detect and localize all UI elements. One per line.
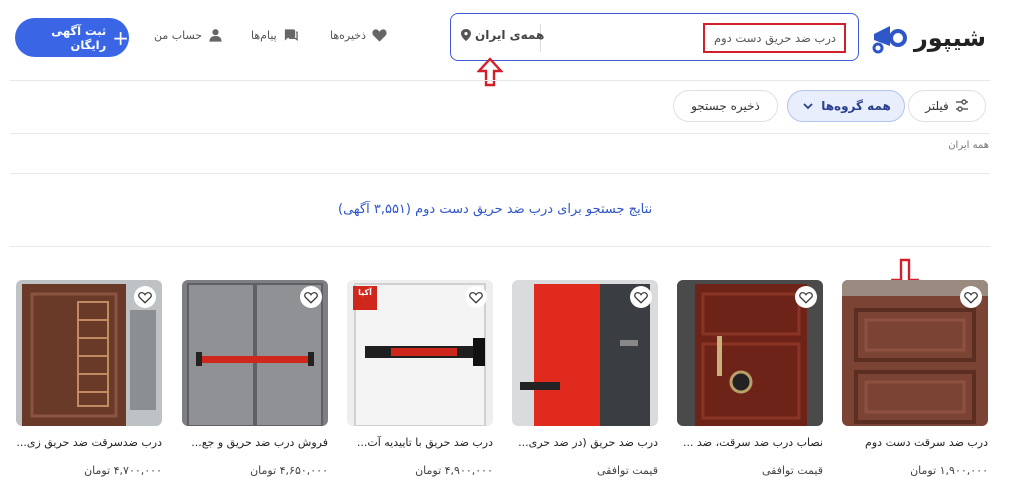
heart-icon [372,29,387,42]
breadcrumb[interactable]: همه ایران [948,140,989,151]
header-divider [10,80,990,81]
category-label: همه گروه‌ها [821,99,891,113]
save-search-label: ذخیره جستجو [691,99,760,113]
favorite-button[interactable] [465,286,487,308]
listing-card[interactable]: نصاب درب ضد سرقت، ضد ... قیمت توافقی [677,280,823,480]
user-icon [209,29,222,42]
logo-text: شیپور [913,24,986,52]
heart-outline-icon [964,291,978,304]
listing-card[interactable]: درب ضد سرقت دست دوم ۱,۹۰۰,۰۰۰ تومان [842,280,988,480]
search-bar: همه‌ی ایران [450,13,859,61]
favorite-button[interactable] [134,286,156,308]
chat-icon [284,29,298,41]
listing-price: ۴,۶۵۰,۰۰۰ تومان [250,464,328,477]
plus-icon: + [112,25,129,50]
listing-card[interactable]: فروش درب ضد حریق و جع... ۴,۶۵۰,۰۰۰ تومان [182,280,328,480]
favorite-button[interactable] [630,286,652,308]
listing-title[interactable]: درب ضدسرقت ضد حریق زی... [16,436,162,449]
listing-title[interactable]: فروش درب ضد حریق و جع... [182,436,328,449]
results-heading: نتایج جستجو برای درب ضد حریق دست دوم (۳,… [338,202,653,217]
brand-sticker: آکیا [358,288,372,297]
listing-title[interactable]: نصاب درب ضد سرقت، ضد ... [677,436,823,449]
category-dropdown[interactable]: همه گروه‌ها [787,90,905,122]
favorite-button[interactable] [795,286,817,308]
nav-account[interactable]: حساب من [154,28,223,42]
nav-account-label: حساب من [154,28,203,42]
annotation-arrow-up-icon [477,57,503,87]
listing-card[interactable]: درب ضدسرقت ضد حریق زی... ۴,۷۰۰,۰۰۰ تومان [16,280,162,480]
save-search-button[interactable]: ذخیره جستجو [673,90,778,122]
heart-outline-icon [304,291,318,304]
nav-saved-label: ذخیره‌ها [330,28,367,42]
listing-title[interactable]: درب ضد حریق با تاییدیه آت... [347,436,493,449]
heart-outline-icon [799,291,813,304]
filter-label: فیلتر [925,99,949,113]
post-ad-button[interactable]: + ثبت آگهی رایگان [15,18,129,57]
heart-outline-icon [138,291,152,304]
favorite-button[interactable] [300,286,322,308]
post-ad-label: ثبت آگهی رایگان [51,23,107,52]
filter-button[interactable]: فیلتر [908,90,986,122]
listing-title[interactable]: درب ضد حریق (در ضد حری... [512,436,658,449]
nav-messages[interactable]: پیام‌ها [251,28,298,42]
search-input[interactable] [703,23,846,53]
listing-price: قیمت توافقی [761,464,823,477]
results-divider [10,246,990,247]
listing-price: ۴,۷۰۰,۰۰۰ تومان [84,464,162,477]
listing-price: قیمت توافقی [596,464,658,477]
listing-price: ۴,۹۰۰,۰۰۰ تومان [415,464,493,477]
listing-card[interactable]: درب ضد حریق (در ضد حری... قیمت توافقی [512,280,658,480]
listing-title[interactable]: درب ضد سرقت دست دوم [842,436,988,449]
nav-messages-label: پیام‌ها [251,28,277,42]
listing-card[interactable]: آکیا درب ضد حریق با تاییدیه آت... ۴,۹۰۰,… [347,280,493,480]
filter-sliders-icon [955,99,968,112]
location-pin-icon [461,29,471,41]
listing-price: ۱,۹۰۰,۰۰۰ تومان [910,464,988,477]
logo[interactable]: شیپور [870,18,986,58]
heart-outline-icon [634,291,648,304]
nav-saved[interactable]: ذخیره‌ها [330,28,387,42]
chevron-down-icon [803,103,813,110]
breadcrumb-divider [10,173,990,174]
horn-logo-icon [872,26,907,54]
favorite-button[interactable] [960,286,982,308]
heart-outline-icon [469,291,483,304]
page: شیپور همه‌ی ایران ذخیره‌ها پیام‌ها حساب … [0,0,1024,493]
location-selector[interactable]: همه‌ی ایران [461,28,544,42]
filters-divider [10,133,990,134]
location-label: همه‌ی ایران [475,28,545,42]
